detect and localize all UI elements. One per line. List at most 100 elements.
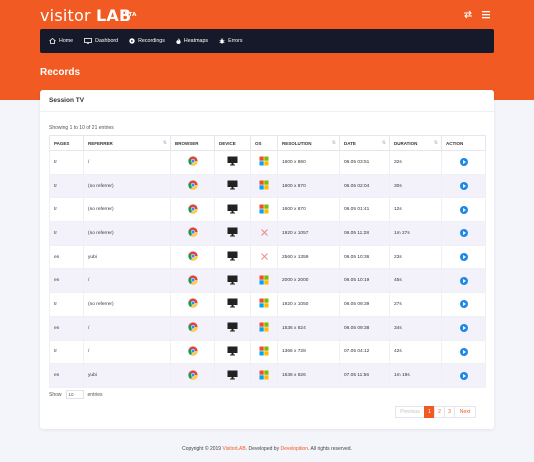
cell-device	[214, 221, 251, 246]
play-button-icon[interactable]	[459, 371, 468, 380]
brand-link[interactable]: VisitorLAB	[222, 446, 245, 452]
developer-link[interactable]: Developition	[280, 446, 308, 452]
developed-by-text: . Developed by	[245, 446, 281, 452]
nav-item-recordings[interactable]: Recordings	[129, 38, 165, 44]
cell-date: 06.05 03:51	[339, 150, 390, 175]
cell-date: 06.05 10:36	[339, 245, 390, 270]
cell-device	[214, 268, 251, 294]
menu-icon[interactable]	[481, 10, 491, 19]
cell-browser	[170, 150, 215, 175]
x-icon	[260, 252, 269, 263]
desktop-icon	[227, 322, 238, 334]
cell-resolution: 1366 x 728	[277, 340, 340, 365]
cell-action	[441, 150, 486, 175]
x-icon	[260, 229, 269, 239]
cell-referrer: /	[83, 150, 171, 175]
cell-os	[250, 150, 278, 175]
cell-browser	[170, 316, 215, 341]
table-row[interactable]: tr (no referrer) 1600 x 870 06.05 02:04 30s	[49, 174, 486, 199]
cell-os	[250, 245, 278, 270]
play-button-icon[interactable]	[459, 300, 468, 309]
column-header-os[interactable]: OS	[250, 135, 278, 151]
cell-date: 06.05 11:28	[339, 221, 390, 246]
column-header-duration[interactable]: DURATION ⇅	[389, 135, 442, 151]
nav-label: Heatmaps	[183, 38, 209, 44]
card-header: Session TV	[40, 90, 494, 112]
cell-pages: tr	[49, 340, 84, 365]
windows-icon	[259, 204, 269, 216]
desktop-icon	[227, 156, 238, 168]
chrome-icon	[187, 180, 198, 192]
cell-browser	[170, 340, 215, 365]
swap-icon[interactable]	[463, 10, 473, 19]
column-header-pages[interactable]: PAGES	[49, 135, 84, 151]
cell-os	[250, 221, 278, 246]
cell-date: 07.05 04:12	[339, 340, 390, 365]
nav-item-home[interactable]: Home	[49, 38, 73, 44]
cell-duration: 27s	[389, 292, 442, 317]
table-row[interactable]: tr (no referrer) 1920 x 1050 06.05 09:39 27s	[49, 292, 486, 317]
table-row[interactable]: en yubi 1536 x 826 07.05 11:56 1m 19s	[49, 363, 486, 388]
bug-icon	[219, 38, 225, 44]
column-header-browser[interactable]: BROWSER	[170, 135, 215, 151]
cell-referrer: yubi	[83, 245, 171, 270]
cell-referrer: (no referrer)	[83, 174, 171, 199]
chrome-icon	[187, 156, 198, 168]
column-header-device[interactable]: DEVICE	[214, 135, 251, 151]
cell-pages: en	[49, 363, 84, 388]
column-header-referrer[interactable]: REFERRER ⇅	[83, 135, 171, 151]
cell-referrer: yubi	[83, 363, 171, 388]
card-title: Session TV	[49, 97, 85, 104]
cell-action	[441, 292, 486, 317]
entries-per-page-select[interactable]: 10	[65, 390, 84, 399]
desktop-icon	[227, 227, 238, 239]
cell-date: 06.05 01:41	[339, 197, 390, 223]
cell-os	[250, 340, 278, 365]
cell-browser	[170, 174, 215, 199]
records-table: PAGES REFERRER ⇅ BROWSER DEVICE OS RESOLU…	[49, 135, 486, 388]
cell-browser	[170, 245, 215, 270]
desktop-icon	[227, 251, 238, 263]
pagination-next[interactable]: Next	[454, 406, 476, 418]
desktop-icon	[227, 204, 238, 216]
cell-action	[441, 245, 486, 270]
table-row[interactable]: tr/ 1600 x 860 06.05 03:51 32s	[49, 150, 486, 175]
table-row[interactable]: en/ 1536 x 824 06.05 09:38 34s	[49, 316, 486, 341]
table-row[interactable]: tr/ 1366 x 728 07.05 04:12 42s	[49, 340, 486, 365]
cell-resolution: 1920 x 1050	[277, 292, 340, 317]
column-header-resolution[interactable]: RESOLUTION ⇅	[277, 135, 340, 151]
chrome-icon	[187, 204, 198, 216]
table-row[interactable]: tr (no referrer) 1920 x 1057 06.05 11:28 1m …	[49, 221, 486, 246]
rights-text: . All rights reserved.	[308, 446, 352, 452]
play-button-icon[interactable]	[459, 205, 468, 214]
pagination: Previous 1 2 3 Next	[395, 406, 476, 418]
cell-resolution: 1600 x 870	[277, 197, 340, 223]
cell-action	[441, 268, 486, 294]
table-row[interactable]: en yubi 2560 x 1359 06.05 10:36 23s	[49, 245, 486, 270]
table-row[interactable]: tr (no referrer) 1600 x 870 06.05 01:41 12s	[49, 197, 486, 223]
play-button-icon[interactable]	[459, 253, 468, 262]
cell-duration: 1m 27s	[389, 221, 442, 246]
cell-date: 06.05 10:19	[339, 268, 390, 294]
nav-item-heatmaps[interactable]: Heatmaps	[176, 38, 208, 44]
play-button-icon[interactable]	[459, 158, 468, 167]
play-button-icon[interactable]	[459, 229, 468, 238]
play-button-icon[interactable]	[459, 276, 468, 285]
windows-icon	[259, 322, 269, 334]
cell-referrer: /	[83, 316, 171, 341]
main-navbar: Home Dashbord Recordings Heatmaps Errors	[40, 29, 494, 53]
table-row[interactable]: en/ 2000 x 2000 06.05 10:19 45s	[49, 268, 486, 294]
logo[interactable]: visitor LAB BETA	[40, 7, 136, 25]
play-button-icon[interactable]	[459, 324, 468, 333]
nav-item-errors[interactable]: Errors	[219, 38, 242, 44]
cell-date: 06.05 02:04	[339, 174, 390, 199]
pagination-previous[interactable]: Previous	[395, 406, 425, 418]
cell-device	[214, 316, 251, 341]
cell-os	[250, 292, 278, 317]
cell-browser	[170, 292, 215, 317]
play-button-icon[interactable]	[459, 182, 468, 191]
column-header-date[interactable]: DATE ⇅	[339, 135, 390, 151]
nav-label: Dashbord	[95, 38, 119, 44]
nav-item-dashboard[interactable]: Dashbord	[84, 38, 118, 44]
play-button-icon[interactable]	[459, 347, 468, 356]
